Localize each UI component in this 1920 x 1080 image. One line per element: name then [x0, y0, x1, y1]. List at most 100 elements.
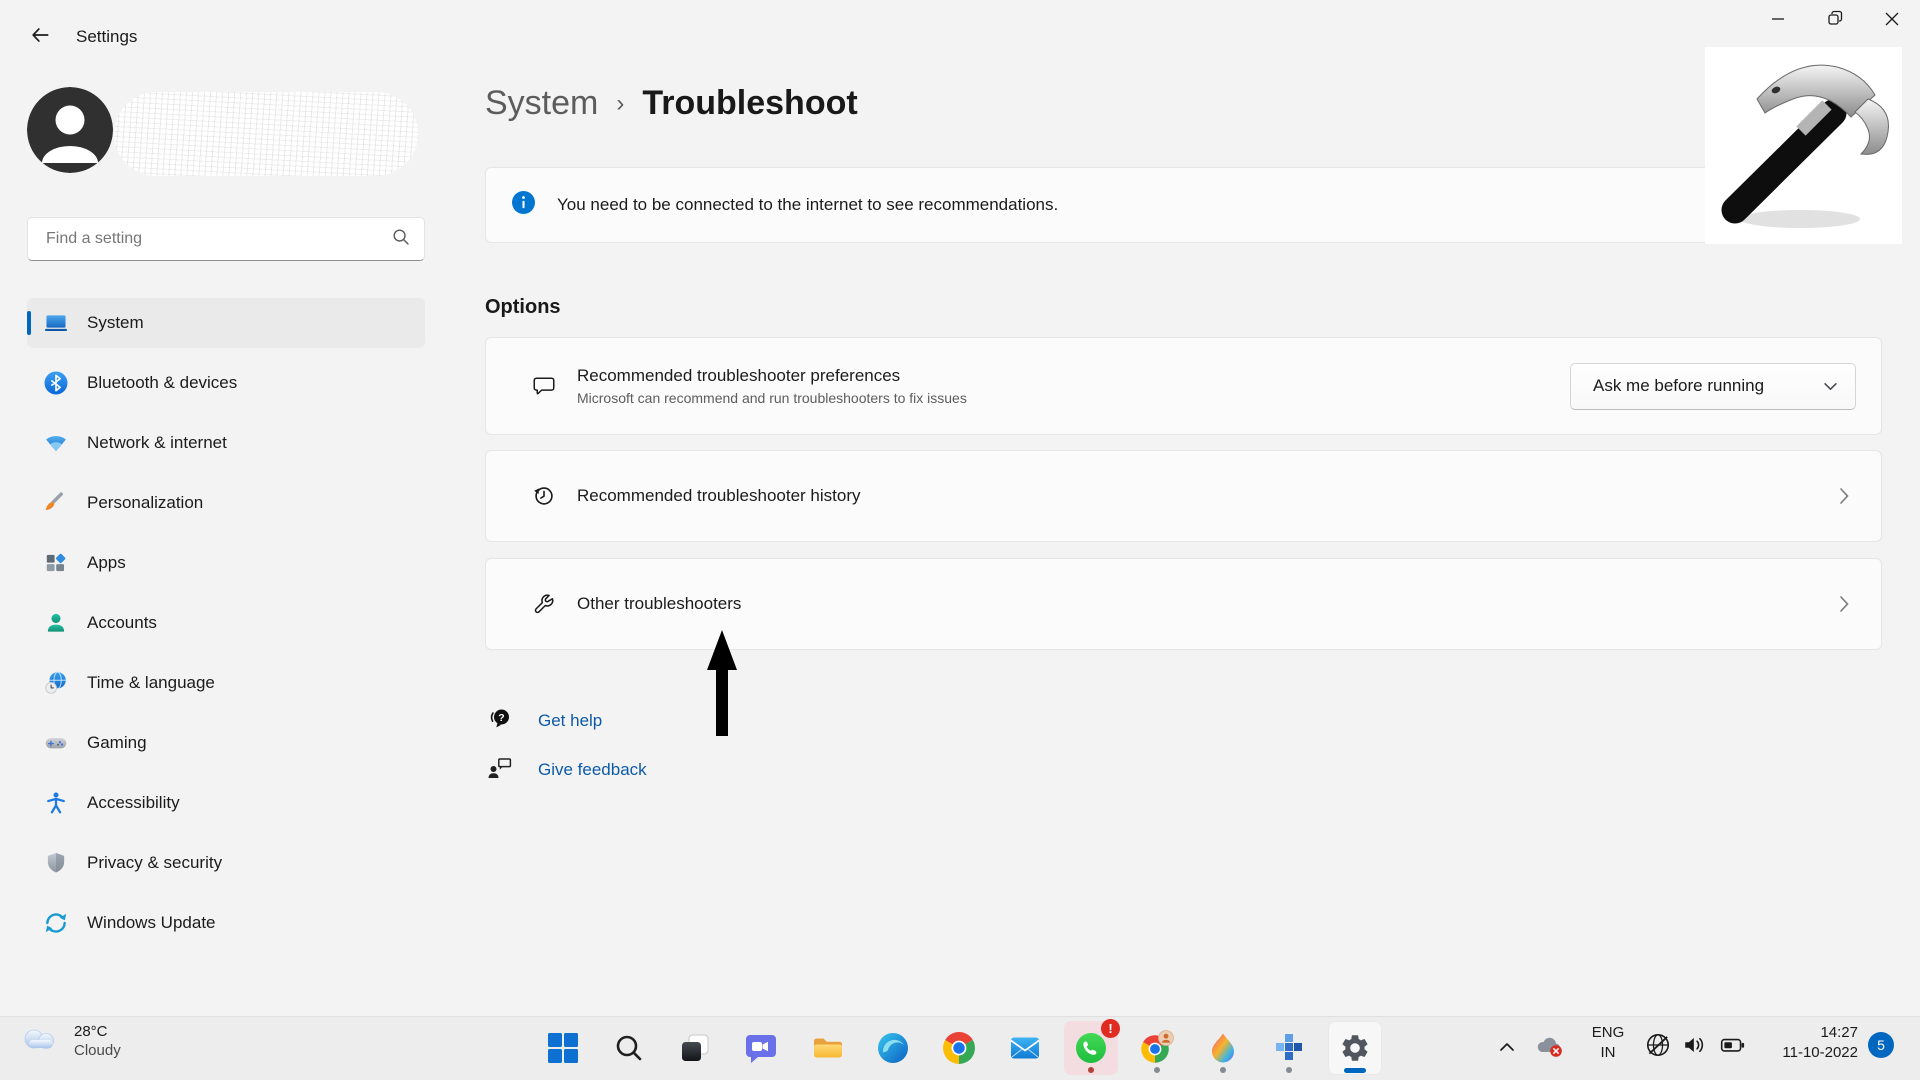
- restore-button[interactable]: [1806, 0, 1863, 42]
- history-title: Recommended troubleshooter history: [577, 486, 860, 506]
- sidebar-item-gaming[interactable]: Gaming: [27, 718, 425, 768]
- svg-text:?: ?: [498, 711, 504, 723]
- chat-icon[interactable]: [734, 1021, 788, 1075]
- minimize-icon: [1755, 3, 1801, 40]
- preferences-dropdown-value: Ask me before running: [1593, 376, 1764, 396]
- annotation-up-arrow: [705, 630, 739, 741]
- cloud-weather-icon: [20, 1024, 62, 1059]
- weather-condition: Cloudy: [74, 1041, 121, 1060]
- banner-text: You need to be connected to the internet…: [557, 195, 1058, 215]
- search-box: [27, 217, 425, 261]
- card-troubleshooter-preferences: Recommended troubleshooter preferences M…: [485, 337, 1882, 435]
- get-help-icon: ?: [486, 705, 514, 738]
- language-indicator[interactable]: ENG IN: [1584, 1023, 1632, 1063]
- clock-date[interactable]: 14:27 11-10-2022: [1752, 1023, 1858, 1063]
- minimize-button[interactable]: [1749, 0, 1806, 42]
- get-help-row: ? Get help: [486, 704, 602, 738]
- sidebar-item-time-language[interactable]: Time & language: [27, 658, 425, 708]
- wrench-icon: [531, 591, 557, 617]
- onedrive-error-icon[interactable]: [1533, 1031, 1567, 1063]
- settings-window: Settings System: [0, 0, 1920, 1080]
- options-heading: Options: [485, 296, 561, 319]
- message-bubble-icon: [531, 373, 557, 399]
- edge-icon[interactable]: [866, 1021, 920, 1075]
- running-indicator: [1286, 1067, 1292, 1073]
- sidebar-item-accounts[interactable]: Accounts: [27, 598, 425, 648]
- task-view-icon[interactable]: [668, 1021, 722, 1075]
- give-feedback-icon: [486, 754, 514, 787]
- chrome-profile-icon[interactable]: [1130, 1021, 1184, 1075]
- sidebar-item-label: Gaming: [87, 733, 147, 753]
- sidebar-item-label: Network & internet: [87, 433, 227, 453]
- redacted-account-name: [114, 92, 418, 176]
- voxel-app-icon[interactable]: [1262, 1021, 1316, 1075]
- language-line2: IN: [1584, 1043, 1632, 1063]
- bluetooth-icon: [43, 370, 69, 396]
- sidebar-item-label: Accounts: [87, 613, 157, 633]
- preferences-title: Recommended troubleshooter preferences: [577, 366, 967, 386]
- sidebar-item-label: Time & language: [87, 673, 215, 693]
- apps-icon: [43, 550, 69, 576]
- sidebar-item-label: Bluetooth & devices: [87, 373, 237, 393]
- volume-icon[interactable]: [1682, 1031, 1710, 1059]
- sidebar-item-bluetooth-devices[interactable]: Bluetooth & devices: [27, 358, 425, 408]
- chrome-icon[interactable]: [932, 1021, 986, 1075]
- back-arrow-icon: [29, 24, 51, 51]
- breadcrumb-parent[interactable]: System: [485, 84, 598, 123]
- get-help-link[interactable]: Get help: [538, 711, 602, 731]
- history-icon: [531, 483, 557, 509]
- give-feedback-row: Give feedback: [486, 753, 647, 787]
- no-internet-globe-icon[interactable]: [1644, 1031, 1672, 1059]
- sidebar-item-system[interactable]: System: [27, 298, 425, 348]
- sidebar-item-network-internet[interactable]: Network & internet: [27, 418, 425, 468]
- chevron-right-icon: [1832, 592, 1856, 616]
- chevron-down-icon: [1824, 376, 1837, 396]
- caption-controls: [1749, 0, 1920, 42]
- file-explorer-icon[interactable]: [800, 1021, 854, 1075]
- settings-icon[interactable]: [1328, 1021, 1382, 1075]
- sidebar-item-personalization[interactable]: Personalization: [27, 478, 425, 528]
- paint-3d-icon[interactable]: [1196, 1021, 1250, 1075]
- hammer-overlay-image: [1705, 47, 1902, 244]
- system-icon: [43, 310, 69, 336]
- sidebar-item-privacy-security[interactable]: Privacy & security: [27, 838, 425, 888]
- close-button[interactable]: [1863, 0, 1920, 42]
- sidebar-item-windows-update[interactable]: Windows Update: [27, 898, 425, 948]
- whatsapp-notification-badge: !: [1101, 1019, 1120, 1038]
- sidebar-item-accessibility[interactable]: Accessibility: [27, 778, 425, 828]
- gaming-icon: [43, 730, 69, 756]
- mail-icon[interactable]: [998, 1021, 1052, 1075]
- avatar[interactable]: [27, 87, 113, 173]
- windows-update-icon: [43, 910, 69, 936]
- taskbar-search-icon[interactable]: [602, 1021, 656, 1075]
- titlebar: Settings: [0, 0, 1920, 58]
- breadcrumb: System › Troubleshoot: [485, 84, 858, 123]
- sidebar-item-label: Windows Update: [87, 913, 216, 933]
- weather-widget[interactable]: 28°C Cloudy: [20, 1022, 121, 1060]
- close-icon: [1869, 3, 1915, 40]
- card-other-troubleshooters[interactable]: Other troubleshooters: [485, 558, 1882, 650]
- battery-icon[interactable]: [1718, 1031, 1748, 1059]
- sidebar-item-label: Apps: [87, 553, 126, 573]
- notification-count-badge[interactable]: 5: [1868, 1032, 1894, 1058]
- restore-icon: [1812, 3, 1858, 40]
- start-button[interactable]: [536, 1021, 590, 1075]
- whatsapp-icon[interactable]: !: [1064, 1021, 1118, 1075]
- other-title: Other troubleshooters: [577, 594, 741, 614]
- info-icon: [512, 191, 535, 219]
- search-icon: [392, 228, 410, 251]
- chevron-right-icon: [1832, 484, 1856, 508]
- sidebar-item-apps[interactable]: Apps: [27, 538, 425, 588]
- back-button[interactable]: [22, 22, 58, 52]
- privacy-security-icon: [43, 850, 69, 876]
- info-banner: You need to be connected to the internet…: [485, 167, 1882, 243]
- window-title: Settings: [76, 27, 137, 47]
- search-input[interactable]: [44, 229, 392, 249]
- preferences-dropdown[interactable]: Ask me before running: [1570, 363, 1856, 410]
- tray-time: 14:27: [1752, 1023, 1858, 1043]
- tray-chevron-up-icon[interactable]: [1492, 1032, 1522, 1062]
- card-troubleshooter-history[interactable]: Recommended troubleshooter history: [485, 450, 1882, 542]
- give-feedback-link[interactable]: Give feedback: [538, 760, 647, 780]
- language-line1: ENG: [1584, 1023, 1632, 1043]
- personalization-icon: [43, 490, 69, 516]
